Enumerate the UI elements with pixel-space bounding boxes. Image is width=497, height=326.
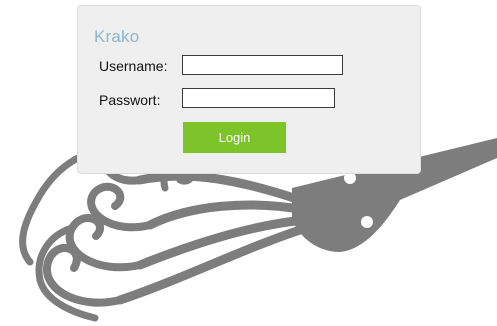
login-panel: Krako Username: Passwort: Login bbox=[77, 5, 421, 174]
login-button[interactable]: Login bbox=[183, 122, 286, 153]
password-label: Passwort: bbox=[99, 92, 161, 108]
username-input[interactable] bbox=[182, 55, 343, 75]
brand-title: Krako bbox=[94, 27, 140, 46]
username-label: Username: bbox=[99, 58, 168, 74]
password-input[interactable] bbox=[182, 88, 335, 108]
